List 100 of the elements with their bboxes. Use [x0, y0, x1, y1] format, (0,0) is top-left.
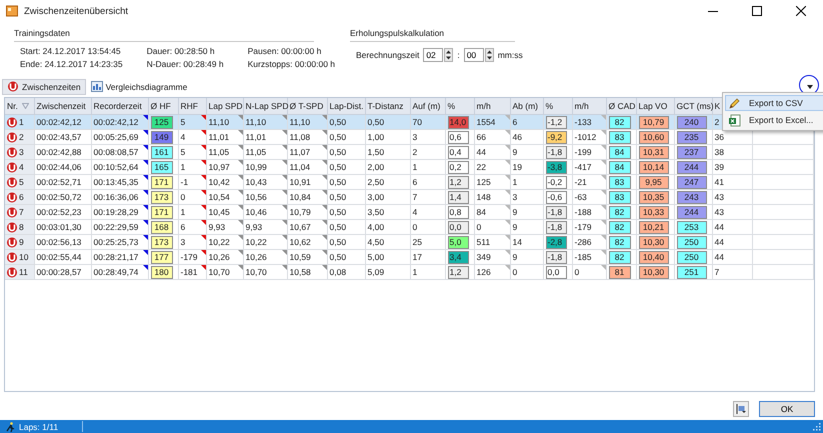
- value-badge: 83: [608, 130, 630, 144]
- table-cell: 43: [714, 192, 724, 202]
- group-title: Erholungspulskalkulation: [350, 28, 515, 42]
- table-cell: 00:22:29,59: [94, 222, 138, 232]
- value-badge: 253: [676, 220, 706, 234]
- table-cell: 2,00: [368, 162, 384, 172]
- table-cell: 5,00: [368, 252, 384, 262]
- table-cell: 00:02:42,12: [94, 117, 138, 127]
- value-badge: 247: [676, 176, 706, 188]
- table-cell: 1,00: [368, 132, 384, 142]
- value-badge: 14,0: [448, 116, 468, 128]
- info-text: N-Dauer: 00:28:49 h: [146, 59, 224, 69]
- table-cell: 44: [476, 147, 486, 157]
- window-title: Zwischenzeitenübersicht: [24, 6, 130, 16]
- resize-grip[interactable]: [813, 422, 821, 430]
- table-cell: 6: [512, 117, 518, 127]
- value-badge: 81: [608, 266, 630, 278]
- info-text: Dauer: 00:28:50 h: [146, 46, 216, 56]
- table-cell: 4: [180, 132, 186, 142]
- group-title: Trainingsdaten: [14, 28, 314, 42]
- spin-arrows-icon[interactable]: [484, 48, 494, 62]
- value-badge: 84: [608, 160, 630, 174]
- table-cell: 39: [714, 162, 724, 172]
- lap-icon: [6, 266, 18, 278]
- table-cell: 25: [412, 237, 422, 247]
- value-badge: -1,8: [546, 220, 566, 234]
- value-badge: 10,33: [638, 206, 668, 218]
- spin-arrows-icon[interactable]: [444, 48, 454, 62]
- menu-item[interactable]: Export to Excel...: [725, 112, 823, 128]
- table-cell: -417: [574, 162, 592, 172]
- lap-icon: [6, 162, 18, 172]
- menu-item[interactable]: Export to CSV: [725, 95, 823, 111]
- table-cell: 1: [180, 207, 186, 217]
- seconds-field[interactable]: 00: [464, 48, 484, 62]
- table-cell: 10,59: [290, 252, 311, 262]
- table-cell: 66: [476, 132, 486, 142]
- value-badge: -0,6: [546, 190, 566, 204]
- table-cell: 0,50: [330, 252, 346, 262]
- value-badge: 171: [150, 176, 172, 188]
- table-cell: 00:02:52,71: [36, 177, 82, 187]
- spreadsheet-icon: [728, 114, 741, 126]
- table-cell: -63: [574, 192, 587, 202]
- lap-icon: [7, 81, 19, 92]
- lap-icon: [6, 132, 18, 142]
- info-text: Start: 24.12.2017 13:54:45: [20, 46, 122, 56]
- info-text: Pausen: 00:00:00 h: [248, 46, 322, 56]
- table-cell: 19: [512, 162, 522, 172]
- value-badge: 161: [150, 146, 172, 158]
- caret-icon[interactable]: [807, 84, 813, 88]
- value-badge: 149: [150, 130, 172, 144]
- column-header[interactable]: K: [714, 101, 720, 111]
- table-cell: 7: [412, 192, 418, 202]
- value-badge: 83: [608, 176, 630, 188]
- value-badge: 84: [608, 146, 630, 158]
- value-badge: 10,14: [638, 160, 668, 174]
- lap-number: 5: [19, 177, 24, 187]
- table-cell: 10,99: [246, 162, 267, 172]
- table-cell: 00:02:43,57: [36, 132, 82, 142]
- table-cell: 3,50: [368, 207, 384, 217]
- lap-number: 8: [19, 222, 24, 232]
- table-cell: -179: [574, 222, 592, 232]
- table-cell: 70: [412, 117, 422, 127]
- table-cell: 9: [512, 252, 518, 262]
- tab[interactable]: Vergleichsdiagramme: [86, 78, 192, 94]
- table-cell: 00:08:08,57: [94, 147, 138, 157]
- table-cell: 0,50: [330, 237, 346, 247]
- table-cell: 14: [512, 237, 522, 247]
- table-cell: 11,05: [246, 147, 266, 157]
- column-header[interactable]: %: [448, 101, 456, 111]
- value-badge: 5,0: [448, 236, 468, 248]
- close-icon[interactable]: [796, 6, 806, 16]
- value-badge: 243: [676, 190, 706, 204]
- maximize-icon[interactable]: [752, 6, 762, 16]
- table-cell: 0: [180, 192, 186, 202]
- table-cell: 0: [412, 222, 418, 232]
- table-cell: 0: [476, 222, 482, 232]
- value-badge: 180: [150, 266, 172, 278]
- table-cell: 10,91: [290, 177, 311, 187]
- table-cell: 10,26: [246, 252, 267, 262]
- table-cell: 0,50: [330, 222, 346, 232]
- minutes-field[interactable]: 02: [423, 48, 444, 62]
- info-text: Ende: 24.12.2017 14:23:35: [20, 59, 123, 69]
- table-cell: 4,50: [368, 237, 384, 247]
- table-cell: 9: [512, 222, 518, 232]
- table-cell: 00:02:55,44: [36, 252, 82, 262]
- table-cell: 6: [180, 222, 186, 232]
- export-button[interactable]: [733, 401, 749, 417]
- table-cell: 1: [412, 267, 418, 277]
- ok-button[interactable]: OK: [759, 401, 815, 417]
- value-badge: 10,30: [638, 236, 668, 248]
- lap-number: 11: [19, 267, 28, 277]
- tab[interactable]: Zwischenzeiten: [2, 78, 86, 94]
- value-badge: 250: [676, 236, 706, 248]
- lap-icon: [6, 252, 18, 262]
- value-badge: 0,2: [448, 160, 468, 174]
- status-text: Laps: 1/11: [19, 422, 58, 432]
- table-cell: 10,45: [208, 207, 230, 217]
- table-cell: 1554: [476, 117, 496, 127]
- pencil-icon: [728, 96, 741, 110]
- column-header[interactable]: %: [546, 101, 554, 111]
